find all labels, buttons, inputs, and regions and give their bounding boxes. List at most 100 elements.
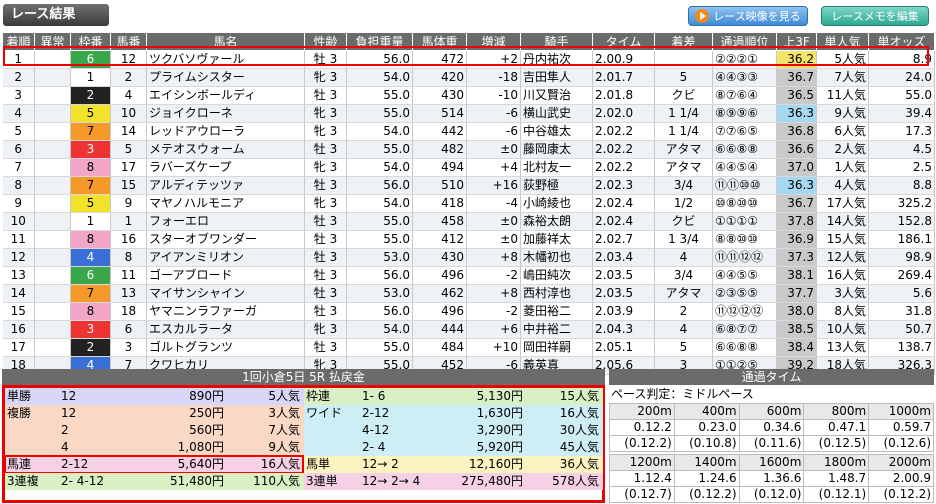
cell-f3: 37.8: [776, 212, 817, 231]
results-table: 着順 異常 枠番 馬番 馬名 性齢 負担重量 馬体重 増減 騎手 タイム 着差 通過順位 上3F 単人気 単オ…: [2, 32, 935, 375]
results-header-row: 着順 異常 枠番 馬番 馬名 性齢 負担重量 馬体重 増減 騎手 タイム 着差 通過順位 上3F 単人気 単オ…: [2, 32, 935, 51]
payout-amount: 275,480円: [461, 474, 523, 488]
cell-bw: 418: [412, 194, 467, 213]
cell-abn: [34, 320, 71, 339]
cell-name[interactable]: マイサンシャイン: [146, 284, 305, 303]
cell-jockey[interactable]: 吉田隼人: [520, 68, 593, 87]
cell-pos: 9: [2, 194, 35, 213]
cell-margin: 2: [654, 302, 713, 321]
cell-f3: 38.5: [776, 320, 817, 339]
cell-name[interactable]: ゴルトグランツ: [146, 338, 305, 357]
payout-pop: 30人気: [559, 423, 599, 437]
cell-waku: 1: [70, 68, 111, 87]
cell-pass: ⑧⑧⑩⑩: [712, 230, 777, 249]
cell-name[interactable]: アイアンミリオン: [146, 248, 305, 267]
cell-jockey[interactable]: 嶋田純次: [520, 266, 593, 285]
cell-jockey[interactable]: 中谷雄太: [520, 122, 593, 141]
passing-time-row: 0.12.2 0.23.0 0.34.6 0.47.1 0.59.7: [609, 419, 934, 436]
column-header: タイム: [592, 32, 655, 51]
cell-time: 2.02.2: [592, 122, 655, 141]
cell-num: 16: [110, 230, 147, 249]
cell-margin: 5: [654, 68, 713, 87]
cell-name[interactable]: フォーエロ: [146, 212, 305, 231]
cell-jockey[interactable]: 川又賢治: [520, 86, 593, 105]
passing-distance-row: 200m 400m 600m 800m 1000m: [609, 403, 934, 420]
payout-amount: 890円: [189, 389, 224, 403]
cell-abn: [34, 176, 71, 195]
cell-pop: 6人気: [816, 122, 869, 141]
cell-waku: 6: [70, 266, 111, 285]
payout-amount: 1,630円: [476, 406, 523, 420]
cell-f3: 36.3: [776, 176, 817, 195]
cell-abn: [34, 140, 71, 159]
table-row: 10 1 1 フォーエロ牡 3 55.0 458 ±0 森裕太朗 2.02.4 クビ ①①①① 37.…: [2, 212, 935, 231]
cell-jockey[interactable]: 丹内祐次: [520, 50, 593, 69]
cell-name[interactable]: ジョイクローネ: [146, 104, 305, 123]
payout-combo: 4-12: [362, 423, 390, 437]
payout-row: 2- 4 5,920円 45人気: [304, 439, 603, 456]
payout-label: 枠連: [306, 389, 331, 403]
cell-bw: 482: [412, 140, 467, 159]
payout-pop: 5人気: [268, 389, 300, 403]
column-header: 騎手: [520, 32, 593, 51]
cell-name[interactable]: ツクバソヴァール: [146, 50, 305, 69]
cell-f3: 38.1: [776, 266, 817, 285]
cell-odds: 2.5: [868, 158, 935, 177]
cell-f3: 38.4: [776, 338, 817, 357]
payout-pop: 110人気: [253, 474, 300, 488]
cell-jockey[interactable]: 加藤祥太: [520, 230, 593, 249]
cell-jockey[interactable]: 小崎綾也: [520, 194, 593, 213]
cell-jockey[interactable]: 岡田祥嗣: [520, 338, 593, 357]
cell-name[interactable]: レッドアウローラ: [146, 122, 305, 141]
cell-name[interactable]: エスカルラータ: [146, 320, 305, 339]
cell-pos: 14: [2, 284, 35, 303]
cell-name[interactable]: スターオブワンダー: [146, 230, 305, 249]
cell-name[interactable]: マヤノハルモニア: [146, 194, 305, 213]
cell-pop: 13人気: [816, 338, 869, 357]
cell-margin: アタマ: [654, 158, 713, 177]
cell-jockey[interactable]: 菱田裕二: [520, 302, 593, 321]
payout-combo: 2-12: [362, 406, 390, 420]
cell-jockey[interactable]: 中井裕二: [520, 320, 593, 339]
passing-cell: 0.34.6: [738, 419, 805, 436]
cell-jockey[interactable]: 藤岡康太: [520, 140, 593, 159]
passing-cell: (0.11.6): [738, 435, 805, 452]
cell-pop: 3人気: [816, 284, 869, 303]
cell-bw: 458: [412, 212, 467, 231]
payout-row: 2 560円 7人気: [5, 422, 304, 439]
race-video-button[interactable]: レース映像を見る: [688, 6, 808, 26]
table-row: 6 3 5 メテオスウォーム牡 3 55.0 482 ±0 藤岡康太 2.02.2 アタマ ⑥⑥⑧⑧…: [2, 140, 935, 159]
cell-name[interactable]: ヤマニンラファーガ: [146, 302, 305, 321]
payout-amount: 3,290円: [476, 423, 523, 437]
cell-name[interactable]: エイシンボールディ: [146, 86, 305, 105]
cell-jockey[interactable]: 横山武史: [520, 104, 593, 123]
cell-jockey[interactable]: 森裕太朗: [520, 212, 593, 231]
payout-amount: 12,160円: [469, 457, 523, 471]
cell-pos: 13: [2, 266, 35, 285]
cell-name[interactable]: プライムシスター: [146, 68, 305, 87]
cell-pop: 14人気: [816, 212, 869, 231]
cell-wt: 55.0: [346, 140, 413, 159]
cell-jockey[interactable]: 西村淳也: [520, 284, 593, 303]
payout-row: 3連複 2- 4-12 51,480円 110人気: [5, 473, 304, 490]
cell-jockey[interactable]: 荻野極: [520, 176, 593, 195]
cell-num: 18: [110, 302, 147, 321]
cell-time: 2.03.5: [592, 284, 655, 303]
cell-jockey[interactable]: 北村友一: [520, 158, 593, 177]
passing-time-title: 通過タイム: [609, 369, 934, 385]
race-memo-button[interactable]: レースメモを編集: [821, 6, 929, 26]
cell-time: 2.00.9: [592, 50, 655, 69]
payout-left-column: 単勝 12 890円 5人気 複勝 12 250円 3人気 2 560円 7人気 4 1,080円 9人気…: [4, 388, 304, 490]
passing-cell: 2.00.9: [868, 470, 934, 487]
cell-abn: [34, 230, 71, 249]
cell-bw: 430: [412, 248, 467, 267]
cell-name[interactable]: ラバーズケープ: [146, 158, 305, 177]
cell-jockey[interactable]: 木幡初也: [520, 248, 593, 267]
cell-name[interactable]: アルディテッツァ: [146, 176, 305, 195]
cell-time: 2.01.8: [592, 86, 655, 105]
passing-cell: (0.12.1): [803, 486, 870, 503]
cell-name[interactable]: メテオスウォーム: [146, 140, 305, 159]
cell-name[interactable]: ゴーアブロード: [146, 266, 305, 285]
page-title: レース結果: [3, 4, 109, 26]
cell-bw: 442: [412, 122, 467, 141]
